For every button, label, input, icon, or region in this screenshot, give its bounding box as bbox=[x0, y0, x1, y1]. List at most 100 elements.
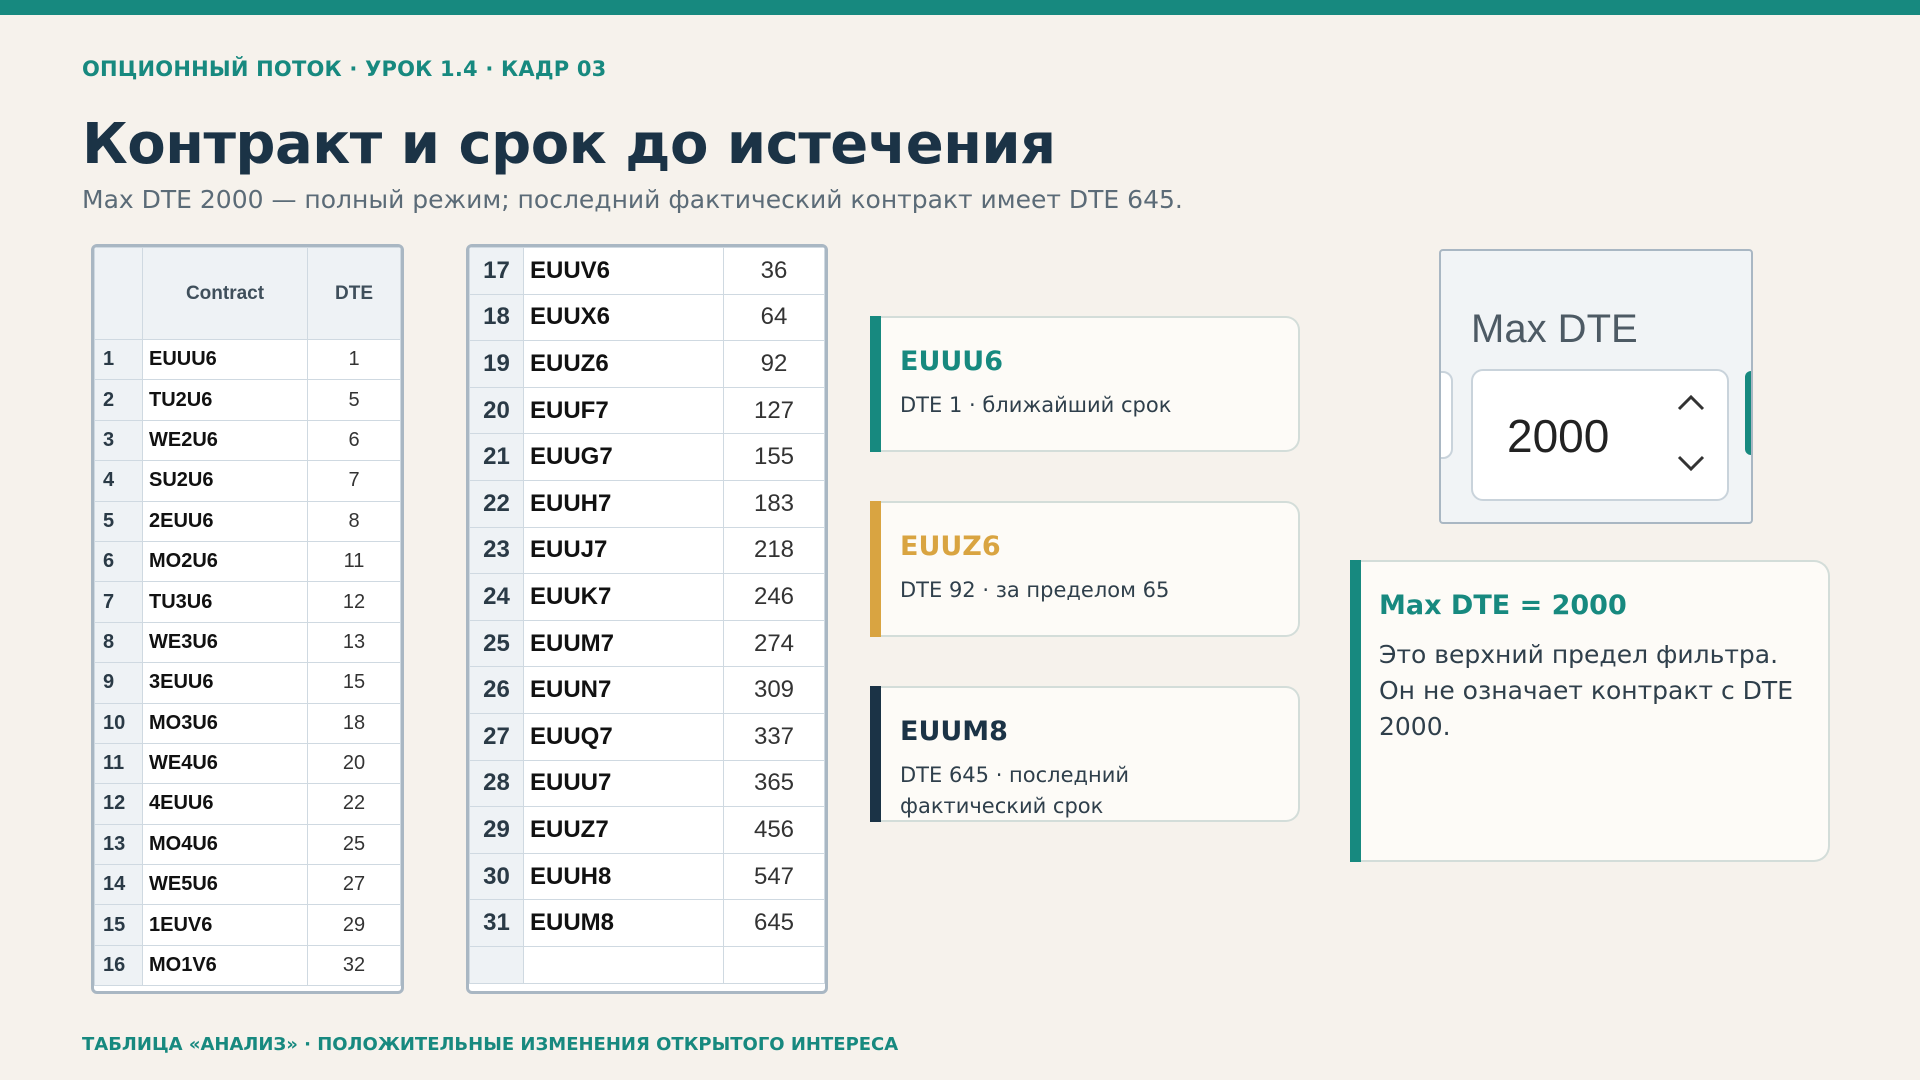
dte-cell[interactable]: 246 bbox=[723, 573, 825, 621]
row-number[interactable]: 28 bbox=[469, 759, 524, 808]
dte-cell[interactable]: 25 bbox=[307, 823, 401, 866]
contract-cell[interactable]: 3EUU6 bbox=[142, 662, 308, 704]
contract-cell[interactable]: EUUN7 bbox=[523, 666, 724, 714]
contract-cell[interactable]: WE3U6 bbox=[142, 621, 308, 664]
dte-cell[interactable]: 127 bbox=[723, 386, 825, 435]
row-number[interactable]: 25 bbox=[469, 619, 524, 668]
dte-cell[interactable]: 64 bbox=[723, 293, 825, 342]
row-number[interactable]: 21 bbox=[469, 433, 524, 481]
dte-cell[interactable]: 155 bbox=[723, 433, 825, 481]
table-row[interactable]: 18 EUUX6 64 bbox=[469, 293, 825, 342]
dte-cell[interactable]: 274 bbox=[723, 619, 825, 668]
row-number[interactable]: 17 bbox=[469, 247, 524, 295]
row-number[interactable]: 7 bbox=[94, 581, 143, 623]
max-dte-spinbox[interactable]: 2000 bbox=[1471, 369, 1729, 501]
row-number[interactable]: 22 bbox=[469, 479, 524, 528]
table-row[interactable]: 1 EUUU6 1 bbox=[94, 338, 401, 381]
table-row[interactable]: 24 EUUK7 246 bbox=[469, 573, 825, 621]
row-number[interactable]: 5 bbox=[94, 500, 143, 542]
row-number[interactable]: 31 bbox=[469, 899, 524, 947]
contract-cell[interactable]: WE2U6 bbox=[142, 419, 308, 462]
table-row[interactable]: 23 EUUJ7 218 bbox=[469, 526, 825, 575]
table-row[interactable]: 2 TU2U6 5 bbox=[94, 379, 401, 421]
row-number[interactable]: 9 bbox=[94, 662, 143, 704]
dte-cell[interactable]: 15 bbox=[307, 662, 401, 704]
row-number[interactable]: 18 bbox=[469, 293, 524, 342]
table-row[interactable]: 30 EUUH8 547 bbox=[469, 852, 825, 901]
dte-cell[interactable]: 12 bbox=[307, 581, 401, 623]
contract-cell[interactable]: EUUM7 bbox=[523, 619, 724, 668]
contract-cell[interactable]: EUUG7 bbox=[523, 433, 724, 481]
row-number[interactable]: 16 bbox=[94, 944, 143, 987]
table-row[interactable]: 20 EUUF7 127 bbox=[469, 386, 825, 435]
row-number[interactable]: 20 bbox=[469, 386, 524, 435]
max-dte-value[interactable]: 2000 bbox=[1507, 409, 1609, 463]
dte-cell[interactable]: 11 bbox=[307, 540, 401, 583]
row-number[interactable]: 8 bbox=[94, 621, 143, 664]
dte-cell[interactable]: 337 bbox=[723, 712, 825, 761]
contract-cell[interactable]: EUUU6 bbox=[142, 338, 308, 381]
dte-cell[interactable]: 547 bbox=[723, 852, 825, 901]
table-row[interactable]: 15 1EUV6 29 bbox=[94, 904, 401, 946]
dte-cell[interactable]: 5 bbox=[307, 379, 401, 421]
table-row[interactable]: 29 EUUZ7 456 bbox=[469, 806, 825, 854]
dte-cell[interactable]: 18 bbox=[307, 702, 401, 744]
contract-cell[interactable]: WE5U6 bbox=[142, 864, 308, 906]
contract-cell[interactable]: TU3U6 bbox=[142, 581, 308, 623]
dte-cell[interactable]: 183 bbox=[723, 479, 825, 528]
table-row[interactable]: 22 EUUH7 183 bbox=[469, 479, 825, 528]
dte-cell[interactable]: 29 bbox=[307, 904, 401, 946]
row-number[interactable]: 4 bbox=[94, 460, 143, 502]
contract-cell[interactable]: 2EUU6 bbox=[142, 500, 308, 542]
row-number[interactable]: 29 bbox=[469, 806, 524, 854]
row-number[interactable]: 14 bbox=[94, 864, 143, 906]
table-row[interactable]: 28 EUUU7 365 bbox=[469, 759, 825, 808]
row-number[interactable]: 27 bbox=[469, 712, 524, 761]
row-number[interactable]: 23 bbox=[469, 526, 524, 575]
contract-cell[interactable]: EUUH8 bbox=[523, 852, 724, 901]
dte-cell[interactable]: 13 bbox=[307, 621, 401, 664]
contract-cell[interactable]: MO2U6 bbox=[142, 540, 308, 583]
row-number[interactable]: 11 bbox=[94, 742, 143, 785]
chevron-down-icon[interactable] bbox=[1673, 449, 1709, 479]
dte-cell[interactable]: 22 bbox=[307, 783, 401, 825]
contract-cell[interactable]: WE4U6 bbox=[142, 742, 308, 785]
dte-cell[interactable]: 365 bbox=[723, 759, 825, 808]
dte-cell[interactable]: 1 bbox=[307, 338, 401, 381]
contract-cell[interactable]: MO1V6 bbox=[142, 944, 308, 987]
dte-cell[interactable]: 27 bbox=[307, 864, 401, 906]
row-number[interactable]: 12 bbox=[94, 783, 143, 825]
dte-cell[interactable]: 36 bbox=[723, 247, 825, 295]
contract-cell[interactable]: EUUZ7 bbox=[523, 806, 724, 854]
row-number[interactable]: 13 bbox=[94, 823, 143, 866]
row-number[interactable]: 1 bbox=[94, 338, 143, 381]
dte-cell[interactable]: 8 bbox=[307, 500, 401, 542]
table-row[interactable]: 31 EUUM8 645 bbox=[469, 899, 825, 947]
contract-cell[interactable]: TU2U6 bbox=[142, 379, 308, 421]
row-number[interactable]: 3 bbox=[94, 419, 143, 462]
dte-cell[interactable]: 32 bbox=[307, 944, 401, 987]
contract-cell[interactable]: EUUF7 bbox=[523, 386, 724, 435]
table-row[interactable]: 5 2EUU6 8 bbox=[94, 500, 401, 542]
row-number[interactable]: 15 bbox=[94, 904, 143, 946]
table-row[interactable]: 10 MO3U6 18 bbox=[94, 702, 401, 744]
dte-column-header[interactable]: DTE bbox=[307, 247, 401, 340]
table-row[interactable]: 12 4EUU6 22 bbox=[94, 783, 401, 825]
contract-cell[interactable]: EUUH7 bbox=[523, 479, 724, 528]
dte-cell[interactable]: 309 bbox=[723, 666, 825, 714]
table-row[interactable]: 6 MO2U6 11 bbox=[94, 540, 401, 583]
contract-cell[interactable]: MO3U6 bbox=[142, 702, 308, 744]
dte-cell[interactable]: 645 bbox=[723, 899, 825, 947]
contract-cell[interactable]: EUUJ7 bbox=[523, 526, 724, 575]
contract-cell[interactable]: EUUV6 bbox=[523, 247, 724, 295]
table-row[interactable]: 7 TU3U6 12 bbox=[94, 581, 401, 623]
row-number[interactable]: 19 bbox=[469, 340, 524, 388]
table-row[interactable]: 9 3EUU6 15 bbox=[94, 662, 401, 704]
table-row[interactable]: 27 EUUQ7 337 bbox=[469, 712, 825, 761]
table-row[interactable]: 14 WE5U6 27 bbox=[94, 864, 401, 906]
table-row[interactable]: 17 EUUV6 36 bbox=[469, 247, 825, 295]
contract-cell[interactable]: EUUQ7 bbox=[523, 712, 724, 761]
table-row[interactable]: 8 WE3U6 13 bbox=[94, 621, 401, 664]
contract-cell[interactable]: EUUM8 bbox=[523, 899, 724, 947]
dte-cell[interactable]: 92 bbox=[723, 340, 825, 388]
